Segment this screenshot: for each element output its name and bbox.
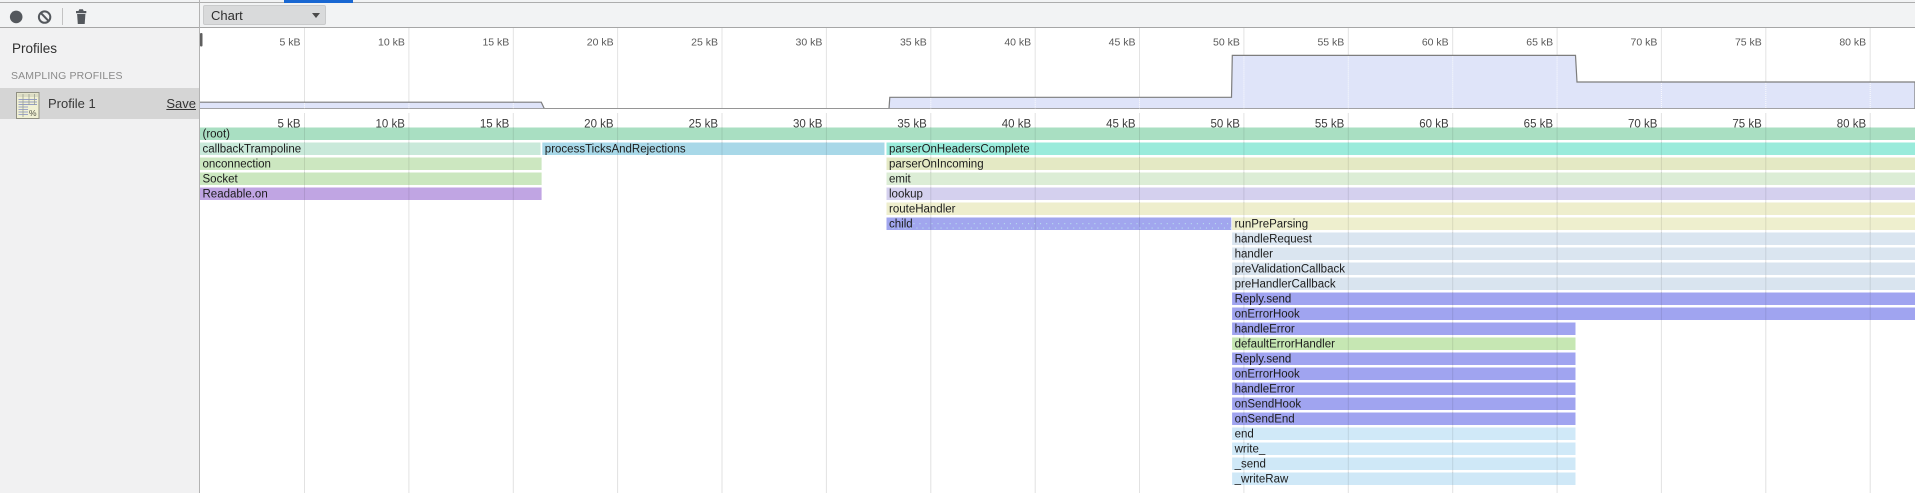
- svg-text:_send: _send: [1234, 459, 1266, 471]
- svg-text:20 kB: 20 kB: [587, 36, 614, 48]
- svg-text:handleError: handleError: [1235, 384, 1295, 396]
- svg-text:65 kB: 65 kB: [1526, 36, 1553, 48]
- svg-text:write_: write_: [1234, 444, 1266, 456]
- svg-text:emit: emit: [889, 174, 912, 186]
- svg-text:lookup: lookup: [889, 189, 923, 201]
- svg-text:preHandlerCallback: preHandlerCallback: [1235, 279, 1336, 291]
- svg-text:45 kB: 45 kB: [1109, 36, 1136, 48]
- svg-text:onErrorHook: onErrorHook: [1235, 369, 1300, 381]
- svg-text:25 kB: 25 kB: [691, 36, 718, 48]
- svg-text:processTicksAndRejections: processTicksAndRejections: [545, 144, 686, 156]
- svg-text:parserOnHeadersComplete: parserOnHeadersComplete: [889, 144, 1030, 156]
- svg-text:5 kB: 5 kB: [279, 36, 300, 48]
- svg-text:%: %: [29, 108, 37, 118]
- svg-text:runPreParsing: runPreParsing: [1235, 219, 1309, 231]
- svg-text:_writeRaw: _writeRaw: [1234, 474, 1289, 486]
- svg-text:15 kB: 15 kB: [482, 36, 509, 48]
- svg-text:end: end: [1235, 429, 1254, 441]
- svg-text:handler: handler: [1235, 249, 1274, 261]
- svg-text:75 kB: 75 kB: [1735, 36, 1762, 48]
- svg-text:80 kB: 80 kB: [1839, 36, 1866, 48]
- svg-text:35 kB: 35 kB: [900, 36, 927, 48]
- svg-text:30 kB: 30 kB: [796, 36, 823, 48]
- svg-text:child: child: [889, 219, 913, 231]
- svg-text:Readable.on: Readable.on: [203, 189, 268, 201]
- svg-text:55 kB: 55 kB: [1317, 36, 1344, 48]
- svg-text:handleRequest: handleRequest: [1235, 234, 1313, 246]
- svg-text:onconnection: onconnection: [203, 159, 271, 171]
- svg-text:Reply.send: Reply.send: [1235, 294, 1292, 306]
- svg-text:Socket: Socket: [203, 174, 239, 186]
- svg-text:onSendEnd: onSendEnd: [1235, 414, 1295, 426]
- svg-text:60 kB: 60 kB: [1422, 36, 1449, 48]
- svg-text:onErrorHook: onErrorHook: [1235, 309, 1300, 321]
- svg-text:parserOnIncoming: parserOnIncoming: [889, 159, 984, 171]
- svg-text:onSendHook: onSendHook: [1235, 399, 1302, 411]
- svg-text:(root): (root): [203, 129, 231, 141]
- svg-text:defaultErrorHandler: defaultErrorHandler: [1235, 339, 1336, 351]
- svg-text:10 kB: 10 kB: [378, 36, 405, 48]
- svg-text:40 kB: 40 kB: [1004, 36, 1031, 48]
- svg-text:70 kB: 70 kB: [1631, 36, 1658, 48]
- svg-text:Reply.send: Reply.send: [1235, 354, 1292, 366]
- svg-text:handleError: handleError: [1235, 324, 1295, 336]
- svg-text:preValidationCallback: preValidationCallback: [1235, 264, 1346, 276]
- svg-text:routeHandler: routeHandler: [889, 204, 956, 216]
- svg-text:callbackTrampoline: callbackTrampoline: [203, 144, 302, 156]
- svg-text:50 kB: 50 kB: [1213, 36, 1240, 48]
